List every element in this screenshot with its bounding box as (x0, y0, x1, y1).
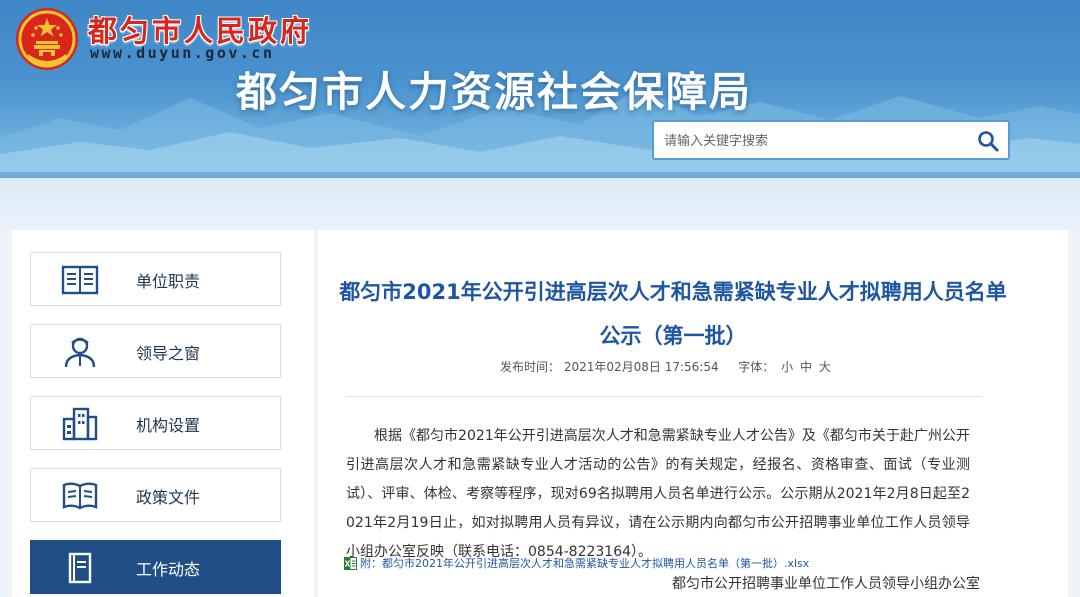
article-body: 根据《都匀市2021年公开引进高层次人才和急需紧缺专业人才公告》及《都匀市关于赴… (346, 428, 970, 560)
search-icon[interactable] (976, 129, 1000, 153)
article-meta: 发布时间： 2021年02月08日 17:56:54 字体： 小 中 大 (318, 358, 1068, 375)
font-size-small-button[interactable]: 小 (781, 360, 793, 374)
sidebar-item-leaders[interactable]: 领导之窗 (30, 324, 281, 378)
sidebar-item-work-news[interactable]: 工作动态 (30, 540, 281, 594)
sidebar-item-organization[interactable]: 机构设置 (30, 396, 281, 450)
document-icon (68, 552, 92, 584)
font-size-medium-button[interactable]: 中 (800, 360, 812, 374)
site-header: 都匀市人民政府 www.duyun.gov.cn 都匀市人力资源社会保障局 (0, 0, 1080, 178)
article-title: 都匀市2021年公开引进高层次人才和急需紧缺专业人才拟聘用人员名单公示（第一批） (339, 280, 1007, 348)
building-icon (62, 407, 98, 441)
sidebar-item-label: 领导之窗 (136, 344, 201, 363)
person-icon (64, 337, 96, 368)
excel-file-icon (344, 556, 357, 570)
divider (346, 396, 982, 397)
article-panel: 都匀市2021年公开引进高层次人才和急需紧缺专业人才拟聘用人员名单公示（第一批）… (318, 230, 1068, 597)
search-input[interactable] (664, 129, 964, 153)
sky-band (0, 178, 1080, 230)
sidebar-item-label: 政策文件 (136, 488, 201, 507)
attachment-label[interactable]: 附：都匀市2021年公开引进高层次人才和急需紧缺专业人才拟聘用人员名单（第一批）… (360, 555, 809, 571)
bureau-title: 都匀市人力资源社会保障局 (236, 68, 752, 116)
book-icon (61, 265, 99, 295)
sidebar-item-unit-duties[interactable]: 单位职责 (30, 252, 281, 306)
font-size-large-button[interactable]: 大 (819, 360, 831, 374)
sidebar-item-label: 单位职责 (136, 272, 201, 291)
sidebar: 单位职责 领导之窗 机构设置 政策文件 工作动态 (12, 230, 314, 597)
sidebar-item-label: 工作动态 (136, 560, 201, 579)
publish-time-label: 发布时间： (500, 360, 561, 374)
sidebar-item-policy-documents[interactable]: 政策文件 (30, 468, 281, 522)
publish-time: 2021年02月08日 17:56:54 (563, 360, 719, 374)
font-size-label: 字体： (738, 360, 775, 374)
open-book-icon (62, 482, 98, 510)
national-emblem-icon (16, 8, 78, 70)
article-signature: 都匀市公开招聘事业单位工作人员领导小组办公室 (672, 576, 980, 592)
attachment-link[interactable]: 附：都匀市2021年公开引进高层次人才和急需紧缺专业人才拟聘用人员名单（第一批）… (344, 555, 809, 571)
sidebar-item-label: 机构设置 (136, 416, 201, 435)
search-box (652, 120, 1010, 160)
